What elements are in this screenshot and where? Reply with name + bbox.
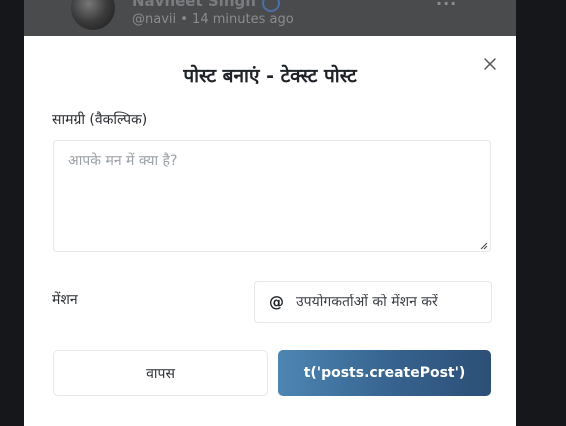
background-post-header: Navneet Singh @navii • 14 minutes ago ..… [24,0,516,36]
resize-handle-icon[interactable] [480,242,488,250]
back-button[interactable]: वापस [53,350,268,396]
mention-label: मेंशन [52,292,78,308]
content-label: सामग्री (वैकल्पिक) [52,112,148,128]
close-button[interactable] [480,54,500,74]
verified-badge-icon [262,0,280,12]
mention-input[interactable] [296,294,476,310]
content-textarea[interactable] [53,140,491,252]
post-author-name: Navneet Singh [132,0,256,10]
create-post-button[interactable]: t('posts.createPost') [278,350,491,396]
more-options-icon: ... [436,0,457,9]
mention-field[interactable]: @ [254,281,492,323]
post-meta: @navii • 14 minutes ago [132,12,294,27]
avatar [71,0,115,30]
create-post-modal: पोस्ट बनाएं - टेक्स्ट पोस्ट सामग्री (वैक… [24,36,516,426]
close-icon [484,58,496,70]
modal-title: पोस्ट बनाएं - टेक्स्ट पोस्ट [183,65,357,87]
at-sign-icon: @ [269,293,284,311]
